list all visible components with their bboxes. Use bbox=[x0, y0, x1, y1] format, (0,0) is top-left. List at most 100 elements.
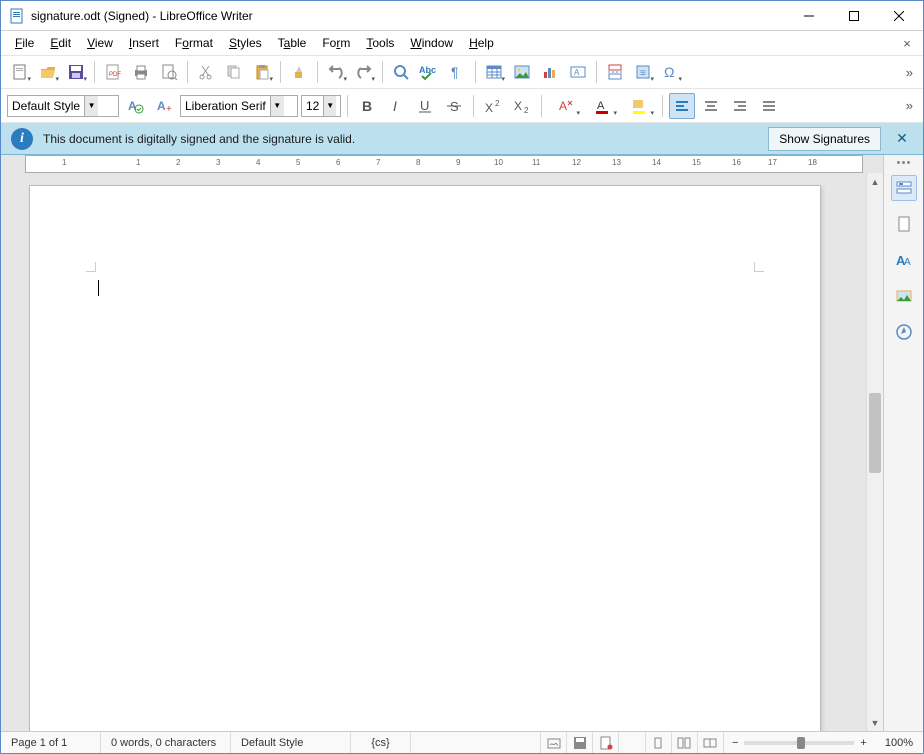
page[interactable] bbox=[29, 185, 821, 731]
update-style-button[interactable]: A bbox=[122, 93, 148, 119]
document-area[interactable] bbox=[25, 173, 866, 731]
align-justify-button[interactable] bbox=[756, 93, 782, 119]
show-signatures-button[interactable]: Show Signatures bbox=[768, 127, 881, 151]
sidebar-gallery-button[interactable] bbox=[891, 283, 917, 309]
font-color-button[interactable]: A bbox=[585, 93, 619, 119]
insert-textbox-button[interactable]: A bbox=[565, 59, 591, 85]
svg-text:¶: ¶ bbox=[451, 64, 459, 80]
svg-text:A: A bbox=[559, 99, 567, 113]
insert-field-button[interactable]: ≡ bbox=[630, 59, 656, 85]
undo-button[interactable] bbox=[323, 59, 349, 85]
print-button[interactable] bbox=[128, 59, 154, 85]
menu-window[interactable]: Window bbox=[402, 34, 461, 52]
clone-formatting-button[interactable] bbox=[286, 59, 312, 85]
menu-format[interactable]: Format bbox=[167, 34, 221, 52]
close-window-button[interactable] bbox=[876, 1, 921, 30]
ruler-number: 13 bbox=[612, 158, 621, 167]
zoom-percent[interactable]: 100% bbox=[875, 732, 923, 753]
new-style-button[interactable]: A+ bbox=[151, 93, 177, 119]
print-preview-button[interactable] bbox=[156, 59, 182, 85]
close-infobar-button[interactable]: ✕ bbox=[891, 128, 913, 150]
vertical-scrollbar[interactable]: ▲ ▼ bbox=[866, 173, 883, 731]
insert-chart-button[interactable] bbox=[537, 59, 563, 85]
close-document-button[interactable]: × bbox=[897, 36, 917, 51]
zoom-out-icon[interactable]: − bbox=[732, 737, 738, 749]
formatting-marks-button[interactable]: ¶ bbox=[444, 59, 470, 85]
menu-file[interactable]: File bbox=[7, 34, 42, 52]
status-language[interactable]: {cs} bbox=[351, 732, 411, 753]
zoom-control[interactable]: − + bbox=[724, 737, 875, 749]
align-center-button[interactable] bbox=[698, 93, 724, 119]
paste-button[interactable] bbox=[249, 59, 275, 85]
page-break-button[interactable] bbox=[602, 59, 628, 85]
menu-styles[interactable]: Styles bbox=[221, 34, 270, 52]
paragraph-style-combo[interactable]: Default Style▼ bbox=[7, 95, 119, 117]
scroll-up-icon[interactable]: ▲ bbox=[867, 173, 883, 190]
svg-text:2: 2 bbox=[524, 106, 529, 115]
svg-text:Ω: Ω bbox=[664, 64, 674, 80]
view-multi-page-button[interactable] bbox=[672, 732, 698, 753]
strikethrough-button[interactable]: S bbox=[441, 93, 467, 119]
menu-form[interactable]: Form bbox=[314, 34, 358, 52]
insert-symbol-button[interactable]: Ω bbox=[658, 59, 684, 85]
view-book-button[interactable] bbox=[698, 732, 724, 753]
scroll-thumb[interactable] bbox=[869, 393, 881, 473]
sidebar-options-icon[interactable] bbox=[894, 161, 914, 165]
zoom-in-icon[interactable]: + bbox=[860, 737, 866, 749]
italic-button[interactable]: I bbox=[383, 93, 409, 119]
save-button[interactable] bbox=[63, 59, 89, 85]
status-save-icon[interactable] bbox=[567, 732, 593, 753]
scroll-down-icon[interactable]: ▼ bbox=[867, 714, 883, 731]
insert-image-button[interactable] bbox=[509, 59, 535, 85]
title-bar: signature.odt (Signed) - LibreOffice Wri… bbox=[1, 1, 923, 31]
new-button[interactable] bbox=[7, 59, 33, 85]
ruler-number: 14 bbox=[652, 158, 661, 167]
toolbar-overflow-button[interactable]: » bbox=[902, 65, 917, 80]
spellcheck-button[interactable]: Abc bbox=[416, 59, 442, 85]
ruler-number: 4 bbox=[256, 158, 260, 167]
format-toolbar-overflow-button[interactable]: » bbox=[902, 98, 917, 113]
vertical-ruler[interactable] bbox=[1, 173, 25, 731]
status-signature-icon[interactable] bbox=[541, 732, 567, 753]
work-area: 1123456789101112131415161718 ▲ ▼ AA bbox=[1, 155, 923, 731]
menu-view[interactable]: View bbox=[79, 34, 121, 52]
menu-bar: File Edit View Insert Format Styles Tabl… bbox=[1, 31, 923, 55]
view-single-page-button[interactable] bbox=[646, 732, 672, 753]
status-bar: Page 1 of 1 0 words, 0 characters Defaul… bbox=[1, 731, 923, 753]
menu-tools[interactable]: Tools bbox=[358, 34, 402, 52]
align-left-button[interactable] bbox=[669, 93, 695, 119]
menu-table[interactable]: Table bbox=[270, 34, 315, 52]
font-name-combo[interactable]: Liberation Serif▼ bbox=[180, 95, 298, 117]
svg-text:I: I bbox=[393, 98, 397, 114]
maximize-button[interactable] bbox=[831, 1, 876, 30]
redo-button[interactable] bbox=[351, 59, 377, 85]
status-doc-modified-icon[interactable] bbox=[593, 732, 619, 753]
subscript-button[interactable]: X2 bbox=[509, 93, 535, 119]
menu-help[interactable]: Help bbox=[461, 34, 502, 52]
open-button[interactable] bbox=[35, 59, 61, 85]
superscript-button[interactable]: X2 bbox=[480, 93, 506, 119]
status-style[interactable]: Default Style bbox=[231, 732, 351, 753]
bold-button[interactable]: B bbox=[354, 93, 380, 119]
font-size-combo[interactable]: 12▼ bbox=[301, 95, 341, 117]
sidebar-navigator-button[interactable] bbox=[891, 319, 917, 345]
sidebar-styles-button[interactable]: AA bbox=[891, 247, 917, 273]
insert-table-button[interactable] bbox=[481, 59, 507, 85]
sidebar-page-button[interactable] bbox=[891, 211, 917, 237]
menu-insert[interactable]: Insert bbox=[121, 34, 167, 52]
cut-button[interactable] bbox=[193, 59, 219, 85]
zoom-slider[interactable] bbox=[744, 741, 854, 745]
status-page[interactable]: Page 1 of 1 bbox=[1, 732, 101, 753]
copy-button[interactable] bbox=[221, 59, 247, 85]
underline-button[interactable]: U bbox=[412, 93, 438, 119]
status-word-count[interactable]: 0 words, 0 characters bbox=[101, 732, 231, 753]
clear-formatting-button[interactable]: A bbox=[548, 93, 582, 119]
minimize-button[interactable] bbox=[786, 1, 831, 30]
horizontal-ruler[interactable]: 1123456789101112131415161718 bbox=[1, 155, 883, 173]
sidebar-properties-button[interactable] bbox=[891, 175, 917, 201]
export-pdf-button[interactable]: PDF bbox=[100, 59, 126, 85]
align-right-button[interactable] bbox=[727, 93, 753, 119]
find-replace-button[interactable] bbox=[388, 59, 414, 85]
menu-edit[interactable]: Edit bbox=[42, 34, 79, 52]
highlight-color-button[interactable] bbox=[622, 93, 656, 119]
